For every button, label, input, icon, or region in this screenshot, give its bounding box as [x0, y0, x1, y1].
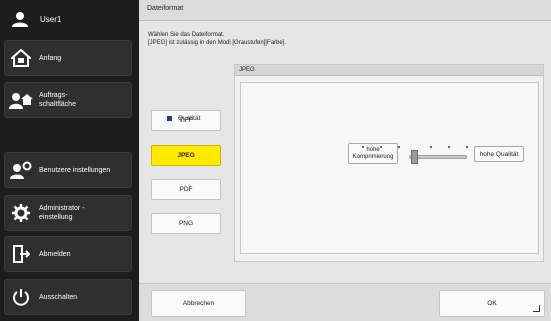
home-icon	[5, 41, 37, 75]
quality-marker-icon	[167, 116, 172, 121]
quality-area	[240, 82, 539, 254]
ok-button[interactable]: OK	[439, 290, 545, 317]
sidebar-item-home[interactable]: Anfang	[4, 40, 132, 76]
format-button-jpeg[interactable]: JPEG	[151, 145, 221, 166]
sidebar: User1 Anfang Auftrags- schaltfläche Benu…	[0, 0, 139, 321]
sidebar-item-admin-settings[interactable]: Administrator - einstellung	[4, 195, 132, 231]
slider-tick	[448, 146, 450, 148]
sidebar-item-label: Auftrags- schaltfläche	[39, 92, 76, 108]
sidebar-item-label: Abmelden	[39, 250, 71, 258]
bottom-bar: Abbrechen OK	[139, 283, 551, 321]
slider-tick	[362, 146, 364, 148]
power-icon	[5, 280, 37, 314]
job-button-icon	[5, 83, 37, 117]
main-area: Dateiformat Wählen Sie das Dateiformat. …	[139, 0, 551, 321]
slider-tick	[398, 146, 400, 148]
sidebar-item-label: Benutzere instellungen	[39, 166, 111, 174]
sidebar-item-label: Ausschalten	[39, 293, 78, 301]
logout-icon	[5, 237, 37, 271]
sidebar-item-label: Administrator - einstellung	[39, 205, 85, 221]
slider-tick	[430, 146, 432, 148]
slider-tick	[380, 146, 382, 148]
page-title: Dateiformat	[139, 0, 551, 21]
cancel-button[interactable]: Abbrechen	[151, 290, 246, 317]
format-button-pdf[interactable]: PDF	[151, 179, 221, 200]
user-icon	[4, 6, 36, 32]
sidebar-item-logout[interactable]: Abmelden	[4, 236, 132, 272]
gear-icon	[5, 196, 37, 230]
quality-label: Qualität	[167, 115, 200, 122]
quality-label-text: Qualität	[178, 115, 201, 122]
high-quality-button[interactable]: hohe Qualität	[474, 146, 524, 162]
ok-button-label: OK	[487, 300, 497, 307]
sidebar-item-label: Anfang	[39, 54, 62, 62]
sidebar-item-user-settings[interactable]: Benutzere instellungen	[4, 152, 132, 188]
panel-title: JPEG	[235, 65, 543, 76]
user-bar: User1	[4, 4, 132, 34]
slider-tick	[466, 146, 468, 148]
quality-slider-thumb[interactable]	[411, 150, 418, 164]
user-name: User1	[40, 14, 62, 24]
enter-corner-icon	[533, 305, 540, 312]
user-settings-icon	[5, 153, 37, 187]
sidebar-item-job-button[interactable]: Auftrags- schaltfläche	[4, 82, 132, 118]
high-compression-button[interactable]: hohe Komprimierung	[348, 143, 398, 164]
format-button-png[interactable]: PNG	[151, 213, 221, 234]
instruction-text: Wählen Sie das Dateiformat. [JPEG] ist z…	[148, 32, 287, 46]
sidebar-item-power[interactable]: Ausschalten	[4, 279, 132, 315]
